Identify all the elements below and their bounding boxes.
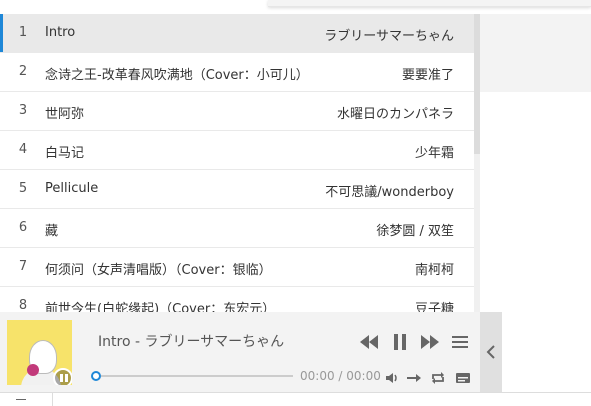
track-artist: 豆子糖: [414, 302, 454, 312]
playlist-menu-icon[interactable]: [449, 332, 471, 352]
track-title: 藏: [45, 224, 59, 239]
track-title: 念诗之王-改革春风吹满地（Cover：小可儿）: [45, 68, 309, 83]
volume-icon[interactable]: [384, 370, 400, 384]
track-artist: 不可思議/wonderboy: [325, 185, 454, 200]
playlist-row[interactable]: 6 藏 徐梦圆 / 双笙: [0, 209, 474, 248]
progress-handle[interactable]: [91, 371, 101, 381]
chevron-left-icon: [486, 345, 495, 359]
rewind-icon[interactable]: [358, 332, 380, 352]
track-index: 4: [18, 142, 28, 157]
track-title: Pellicule: [45, 181, 99, 196]
playlist-row[interactable]: 7 何须问（女声清唱版）（Cover：银临） 南柯柯: [0, 248, 474, 287]
album-cover[interactable]: [7, 320, 72, 385]
track-artist: 少年霜: [414, 146, 454, 161]
track-index: 8: [18, 298, 28, 312]
track-index: 1: [18, 25, 28, 40]
top-panel-edge: [268, 0, 591, 7]
track-index: 3: [18, 103, 28, 118]
track-title: 白马记: [45, 146, 85, 161]
progress-bar[interactable]: [101, 375, 293, 377]
track-artist: 南柯柯: [414, 263, 454, 278]
track-artist: 徐梦圆 / 双笙: [376, 224, 454, 239]
bottom-bar: [0, 392, 591, 406]
playlist: 1 Intro ラブリーサマーちゃん 2 念诗之王-改革春风吹满地（Cover：…: [0, 14, 474, 312]
now-playing-title: Intro - ラブリーサマーちゃん: [98, 334, 285, 350]
pause-icon[interactable]: [389, 332, 411, 352]
playlist-row[interactable]: 1 Intro ラブリーサマーちゃん: [0, 14, 474, 53]
playlist-row[interactable]: 3 世阿弥 水曜日のカンパネラ: [0, 92, 474, 131]
playlist-row[interactable]: 8 前世今生(白蛇缘起)（Cover：东宏元） 豆子糖: [0, 287, 474, 312]
track-title: Intro: [45, 25, 76, 40]
pause-overlay-icon[interactable]: [53, 368, 72, 385]
minimize-dash[interactable]: [16, 399, 26, 400]
fast-forward-icon[interactable]: [419, 332, 441, 352]
playlist-row[interactable]: 2 念诗之王-改革春风吹满地（Cover：小可儿） 要要准了: [0, 53, 474, 92]
order-arrow-icon[interactable]: [406, 370, 422, 384]
playback-time: 00:00 / 00:00: [300, 369, 381, 383]
lyrics-icon[interactable]: [455, 370, 471, 384]
track-index: 6: [18, 220, 28, 235]
divider: [52, 393, 53, 406]
track-title: 世阿弥: [45, 107, 85, 122]
track-artist: 水曜日のカンパネラ: [336, 107, 454, 122]
track-title: 何须问（女声清唱版）（Cover：银临）: [45, 263, 272, 278]
background-panel: [480, 14, 591, 92]
track-artist: 要要准了: [401, 68, 454, 83]
track-index: 5: [18, 181, 28, 196]
playlist-row[interactable]: 4 白马记 少年霜: [0, 131, 474, 170]
loop-icon[interactable]: [430, 370, 446, 384]
playlist-row[interactable]: 5 Pellicule 不可思議/wonderboy: [0, 170, 474, 209]
scrollbar-thumb[interactable]: [474, 14, 480, 154]
collapse-player-tab[interactable]: [480, 312, 502, 392]
cover-flower: [27, 364, 39, 376]
player-bar: Intro - ラブリーサマーちゃん 00:00 / 00:00: [0, 312, 480, 392]
track-index: 2: [18, 64, 28, 79]
track-title: 前世今生(白蛇缘起)（Cover：东宏元）: [45, 302, 276, 312]
track-index: 7: [18, 259, 28, 274]
playlist-scrollbar[interactable]: [474, 14, 480, 312]
track-artist: ラブリーサマーちゃん: [324, 29, 454, 44]
